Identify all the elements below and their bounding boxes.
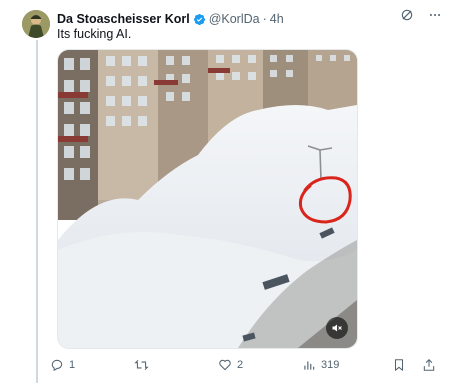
verified-badge-icon xyxy=(193,13,205,25)
more-options-icon[interactable] xyxy=(428,8,442,22)
thread-line xyxy=(36,40,38,383)
reply-button[interactable]: 1 xyxy=(50,358,134,372)
share-actions xyxy=(392,358,436,372)
avatar[interactable] xyxy=(22,10,50,38)
action-bar: 1 2 319 xyxy=(50,356,436,374)
avatar-image xyxy=(22,10,50,38)
heart-icon xyxy=(219,359,231,371)
repost-button[interactable] xyxy=(134,358,218,372)
author-name[interactable]: Da Stoascheisser Korl xyxy=(57,12,190,26)
post-text: Its fucking AI. xyxy=(57,27,132,41)
view-count: 319 xyxy=(321,359,340,371)
mute-button[interactable] xyxy=(326,317,348,339)
header-actions xyxy=(400,8,442,22)
bookmark-icon[interactable] xyxy=(392,358,406,372)
views-button[interactable]: 319 xyxy=(302,358,386,372)
video-frame xyxy=(58,50,357,348)
author-handle[interactable]: @KorlDa xyxy=(209,12,260,26)
share-icon[interactable] xyxy=(422,358,436,372)
like-button[interactable]: 2 xyxy=(218,358,302,372)
video-player[interactable] xyxy=(57,49,358,349)
repost-icon xyxy=(134,359,149,371)
like-count: 2 xyxy=(237,359,244,371)
post-header: Da Stoascheisser Korl @KorlDa · 4h xyxy=(57,11,440,27)
separator: · xyxy=(262,12,267,26)
reply-icon xyxy=(51,359,63,371)
muted-speaker-icon xyxy=(332,324,342,332)
views-chart-icon xyxy=(304,361,315,370)
post-time[interactable]: 4h xyxy=(270,12,284,26)
reply-count: 1 xyxy=(69,359,76,371)
grok-icon[interactable] xyxy=(400,8,414,22)
